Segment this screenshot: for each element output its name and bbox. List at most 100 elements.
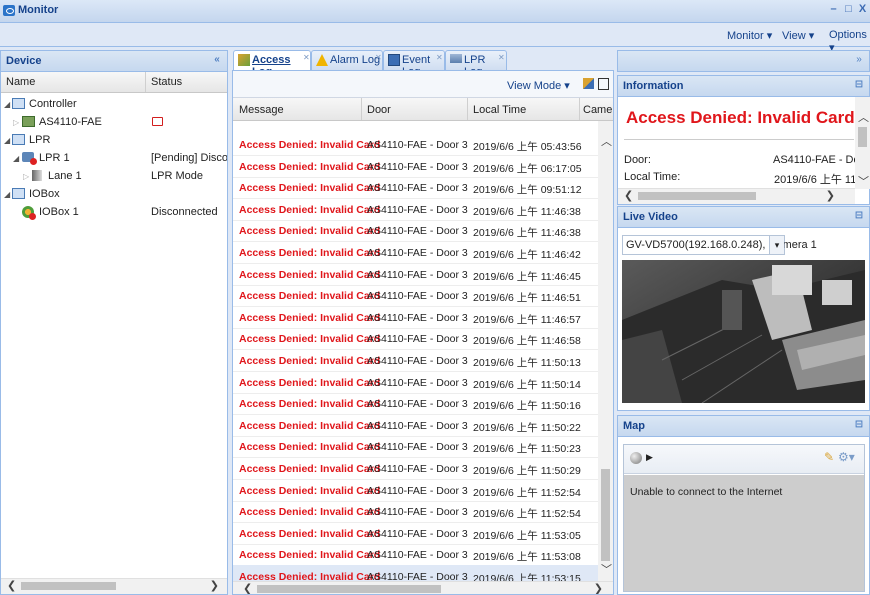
collapse-left-icon[interactable]: « [211,54,223,66]
table-row[interactable]: Access Denied: Invalid Card AS4110-FAE - … [233,371,599,394]
scroll-down-icon[interactable]: ﹀ [601,561,612,577]
row-door: AS4110-FAE - Door 3 [367,484,468,497]
scroll-right-icon[interactable]: ❯ [594,582,603,594]
scroll-thumb[interactable] [858,127,867,147]
tab-close-icon[interactable]: ✕ [375,54,383,62]
collapse-icon[interactable]: ⊟ [853,210,865,222]
info-door-label: Door: [624,154,651,166]
expanded-triangle-icon[interactable]: ◢ [4,100,10,109]
monitor-app-icon [3,5,15,16]
scroll-thumb[interactable] [21,582,116,590]
scroll-left-icon[interactable]: ❮ [624,189,633,202]
row-message: Access Denied: Invalid Card [239,160,381,173]
table-row[interactable]: Access Denied: Invalid Card AS4110-FAE - … [233,263,599,286]
tree-item-as4110[interactable]: ▷ AS4110-FAE [1,114,227,132]
table-row[interactable]: Access Denied: Invalid Card AS4110-FAE - … [233,543,599,567]
camera-select[interactable]: GV-VD5700(192.168.0.248), Camera 1 ▾ [622,235,817,255]
table-row[interactable]: Access Denied: Invalid Card AS4110-FAE - … [233,327,599,351]
column-name[interactable]: Name [6,76,35,88]
table-row[interactable]: Access Denied: Invalid Card AS4110-FAE - … [233,479,599,502]
maximize-icon[interactable]: □ [843,4,854,15]
table-row[interactable]: Access Denied: Invalid Card AS4110-FAE - … [233,176,599,200]
table-row[interactable]: Access Denied: Invalid Card AS4110-FAE - … [233,522,599,545]
tree-item-iobox-1[interactable]: IOBox 1 Disconnected [1,204,227,222]
column-camera[interactable]: Camera [583,104,613,116]
tree-item-controller[interactable]: ◢ Controller [1,96,227,114]
scroll-right-icon[interactable]: ❯ [210,579,219,592]
info-vertical-scrollbar[interactable]: ︿ ﹀ [855,97,870,189]
column-door[interactable]: Door [367,104,391,116]
tab-close-icon[interactable]: ✕ [498,54,506,62]
close-icon[interactable]: X [857,4,868,15]
scroll-right-icon[interactable]: ❯ [826,189,835,202]
log-horizontal-scrollbar[interactable]: ❮ ❯ [233,581,613,594]
row-message: Access Denied: Invalid Card [239,203,381,216]
table-row[interactable]: Access Denied: Invalid Card AS4110-FAE - … [233,435,599,459]
device-horizontal-scrollbar[interactable]: ❮ ❯ [1,578,227,594]
table-row[interactable]: Access Denied: Invalid Card AS4110-FAE - … [233,284,599,308]
table-row[interactable]: Access Denied: Invalid Card AS4110-FAE - … [233,414,599,437]
tab-close-icon[interactable]: ✕ [303,54,311,62]
error-badge-icon [30,158,37,165]
collapse-icon[interactable]: ⊟ [853,419,865,431]
expanded-triangle-icon[interactable]: ◢ [4,136,10,145]
table-row[interactable]: Access Denied: Invalid Card AS4110-FAE - … [233,306,599,329]
row-message: Access Denied: Invalid Card [239,527,381,540]
table-row[interactable]: Access Denied: Invalid Card AS4110-FAE - … [233,457,599,480]
scroll-left-icon[interactable]: ❮ [7,579,16,592]
table-row[interactable]: Access Denied: Invalid Card AS4110-FAE - … [233,392,599,416]
table-row[interactable]: Access Denied: Invalid Card AS4110-FAE - … [233,155,599,178]
scroll-down-icon[interactable]: ﹀ [858,173,869,189]
scroll-thumb[interactable] [257,585,441,593]
tab-lpr-log[interactable]: LPR Log ✕ [445,50,507,78]
expanded-triangle-icon[interactable]: ◢ [13,154,19,163]
row-message: Access Denied: Invalid Card [239,225,381,238]
map-canvas[interactable]: Unable to connect to the Internet [624,475,864,591]
tab-close-icon[interactable]: ✕ [436,54,444,62]
detach-icon[interactable] [598,78,609,90]
collapse-icon[interactable]: ⊟ [853,79,865,91]
log-vertical-scrollbar[interactable]: ︿ ﹀ [598,121,613,581]
column-status[interactable]: Status [151,76,182,88]
tab-access-log[interactable]: Access Log ✕ [233,50,311,78]
scroll-left-icon[interactable]: ❮ [243,582,252,594]
scroll-up-icon[interactable]: ︿ [858,109,869,125]
collapsed-triangle-icon[interactable]: ▷ [13,118,19,127]
table-row[interactable]: Access Denied: Invalid Card AS4110-FAE - … [233,133,599,156]
tree-item-lane-1[interactable]: ▷ Lane 1 LPR Mode [1,168,227,186]
globe-icon[interactable] [630,452,642,464]
edit-pencil-icon[interactable]: ✎ [824,450,834,464]
expanded-triangle-icon[interactable]: ◢ [4,190,10,199]
view-mode-button[interactable]: View Mode ▾ [507,79,570,92]
info-horizontal-scrollbar[interactable]: ❮ ❯ [618,188,855,204]
tree-item-label: LPR 1 [39,152,70,164]
gear-icon[interactable]: ⚙▾ [838,450,855,464]
column-local-time[interactable]: Local Time [473,104,526,116]
table-row[interactable]: Access Denied: Invalid Card AS4110-FAE - … [233,219,599,243]
minimize-icon[interactable]: – [828,4,839,15]
tree-item-lpr-1[interactable]: ◢ LPR 1 [Pending] Disconnecte [1,150,227,168]
tree-item-iobox[interactable]: ◢ IOBox [1,186,227,204]
table-row[interactable]: Access Denied: Invalid Card AS4110-FAE - … [233,349,599,372]
video-feed[interactable] [622,260,865,403]
tab-event-log[interactable]: Event Log ✕ [383,50,445,78]
table-row[interactable]: Access Denied: Invalid Card AS4110-FAE - … [233,500,599,524]
menu-view[interactable]: View ▾ [782,29,814,42]
row-door: AS4110-FAE - Door 3 [367,571,468,581]
tree-item-lpr[interactable]: ◢ LPR [1,132,227,150]
lane-icon [32,170,42,181]
chevron-down-icon[interactable]: ▾ [769,236,784,254]
table-row[interactable]: Access Denied: Invalid Card AS4110-FAE - … [233,241,599,264]
play-icon[interactable]: ▶ [646,452,653,463]
scroll-thumb[interactable] [601,469,610,561]
tab-alarm-log[interactable]: Alarm Log ✕ [311,50,383,70]
table-row[interactable]: Access Denied: Invalid Card AS4110-FAE - … [233,565,599,581]
collapsed-triangle-icon[interactable]: ▷ [23,172,29,181]
scroll-up-icon[interactable]: ︿ [601,133,612,149]
menu-monitor[interactable]: Monitor ▾ [727,29,772,42]
layout-icon[interactable] [583,78,594,89]
scroll-thumb[interactable] [638,192,756,200]
collapse-right-icon[interactable]: » [853,54,865,66]
table-row[interactable]: Access Denied: Invalid Card AS4110-FAE - … [233,198,599,221]
column-message[interactable]: Message [239,104,284,116]
